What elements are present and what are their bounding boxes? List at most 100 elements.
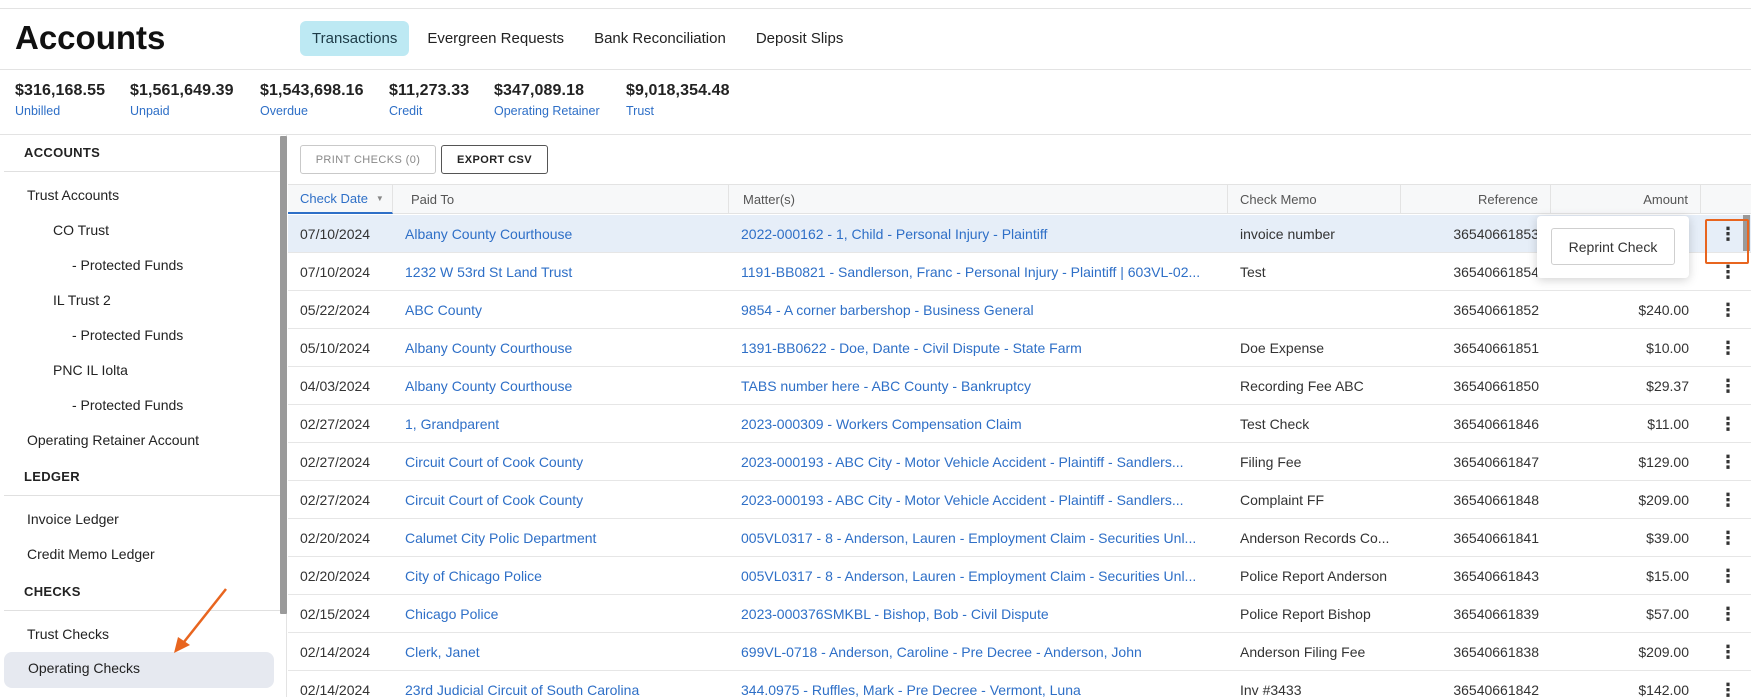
sidebar-item-protected-funds[interactable]: - Protected Funds xyxy=(72,327,183,343)
page-title: Accounts xyxy=(15,19,166,56)
reference-cell: 36540661841 xyxy=(1453,530,1539,546)
matter-link[interactable]: 699VL-0718 - Anderson, Caroline - Pre De… xyxy=(741,644,1221,660)
column-header-reference[interactable]: Reference xyxy=(1401,184,1551,214)
more-vertical-icon[interactable]: ⋮ xyxy=(1715,297,1741,323)
sidebar-item-il-trust-2[interactable]: IL Trust 2 xyxy=(53,292,111,308)
paid-to-link[interactable]: Clerk, Janet xyxy=(405,644,715,660)
more-vertical-icon[interactable]: ⋮ xyxy=(1715,449,1741,475)
matter-link[interactable]: 2023-000376SMKBL - Bishop, Bob - Civil D… xyxy=(741,606,1221,622)
column-header-amount[interactable]: Amount xyxy=(1551,184,1701,214)
summary-label[interactable]: Operating Retainer xyxy=(494,104,600,118)
check-memo-cell: invoice number xyxy=(1240,226,1335,242)
summary-label[interactable]: Trust xyxy=(626,104,730,118)
table-row[interactable]: 02/20/2024 Calumet City Polic Department 0… xyxy=(288,519,1751,557)
reference-cell: 36540661851 xyxy=(1453,340,1539,356)
reference-cell: 36540661838 xyxy=(1453,644,1539,660)
table-row[interactable]: 02/20/2024 City of Chicago Police 005VL031… xyxy=(288,557,1751,595)
table-row[interactable]: 02/27/2024 Circuit Court of Cook County 20… xyxy=(288,481,1751,519)
summary-amount: $1,561,649.39 xyxy=(130,82,234,99)
paid-to-link[interactable]: 23rd Judicial Circuit of South Carolina xyxy=(405,682,715,697)
summary-label[interactable]: Overdue xyxy=(260,104,364,118)
more-vertical-icon[interactable]: ⋮ xyxy=(1715,487,1741,513)
column-header-check-date[interactable]: Check Date ▼ xyxy=(288,184,393,214)
tab-evergreen-requests[interactable]: Evergreen Requests xyxy=(415,21,576,56)
more-vertical-icon[interactable]: ⋮ xyxy=(1715,563,1741,589)
check-memo-cell: Anderson Filing Fee xyxy=(1240,644,1366,660)
table-row[interactable]: 02/14/2024 23rd Judicial Circuit of South… xyxy=(288,671,1751,697)
amount-cell: $15.00 xyxy=(1646,568,1689,584)
summary-amount: $316,168.55 xyxy=(15,82,106,99)
annotation-arrow-icon xyxy=(174,588,227,653)
table-row[interactable]: 04/03/2024 Albany County Courthouse TABS n… xyxy=(288,367,1751,405)
sidebar-item-co-trust[interactable]: CO Trust xyxy=(53,222,109,238)
paid-to-link[interactable]: Albany County Courthouse xyxy=(405,226,715,242)
paid-to-link[interactable]: Chicago Police xyxy=(405,606,715,622)
matter-link[interactable]: 2023-000193 - ABC City - Motor Vehicle A… xyxy=(741,454,1221,470)
matter-link[interactable]: 2023-000193 - ABC City - Motor Vehicle A… xyxy=(741,492,1221,508)
column-header-paid-to[interactable]: Paid To xyxy=(393,184,729,214)
paid-to-link[interactable]: 1, Grandparent xyxy=(405,416,715,432)
print-checks-button[interactable]: PRINT CHECKS (0) xyxy=(300,145,436,174)
amount-cell: $39.00 xyxy=(1646,530,1689,546)
paid-to-link[interactable]: City of Chicago Police xyxy=(405,568,715,584)
column-header-matters[interactable]: Matter(s) xyxy=(729,184,1228,214)
amount-cell: $129.00 xyxy=(1638,454,1689,470)
sidebar-item-credit-memo-ledger[interactable]: Credit Memo Ledger xyxy=(27,546,155,562)
check-memo-cell: Complaint FF xyxy=(1240,492,1325,508)
matter-link[interactable]: 9854 - A corner barbershop - Business Ge… xyxy=(741,302,1221,318)
check-memo-cell: Test xyxy=(1240,264,1266,280)
table-row[interactable]: 07/10/2024 Albany County Courthouse 2022-0… xyxy=(288,215,1751,253)
paid-to-link[interactable]: Circuit Court of Cook County xyxy=(405,492,715,508)
paid-to-link[interactable]: Albany County Courthouse xyxy=(405,340,715,356)
more-vertical-icon[interactable]: ⋮ xyxy=(1715,677,1741,697)
table-row[interactable]: 02/27/2024 Circuit Court of Cook County 20… xyxy=(288,443,1751,481)
more-vertical-icon[interactable]: ⋮ xyxy=(1715,639,1741,665)
more-vertical-icon[interactable]: ⋮ xyxy=(1715,601,1741,627)
tab-transactions[interactable]: Transactions xyxy=(300,21,410,56)
summary-label[interactable]: Credit xyxy=(389,104,469,118)
sidebar-item-trust-checks[interactable]: Trust Checks xyxy=(27,626,109,642)
summary-label[interactable]: Unpaid xyxy=(130,104,234,118)
summary-label[interactable]: Unbilled xyxy=(15,104,105,118)
sidebar-item-operating-checks[interactable]: Operating Checks xyxy=(4,652,274,688)
check-date-cell: 02/27/2024 xyxy=(300,454,371,470)
more-vertical-icon[interactable]: ⋮ xyxy=(1715,335,1741,361)
sidebar-item-pnc-il-iolta[interactable]: PNC IL Iolta xyxy=(53,362,128,378)
table-row[interactable]: 05/10/2024 Albany County Courthouse 1391-B… xyxy=(288,329,1751,367)
matter-link[interactable]: 005VL0317 - 8 - Anderson, Lauren - Emplo… xyxy=(741,568,1221,584)
sidebar-scrollbar[interactable] xyxy=(280,136,287,614)
matter-link[interactable]: 2023-000309 - Workers Compensation Claim xyxy=(741,416,1221,432)
matter-link[interactable]: TABS number here - ABC County - Bankrupt… xyxy=(741,378,1221,394)
check-memo-cell: Doe Expense xyxy=(1240,340,1325,356)
matter-link[interactable]: 2022-000162 - 1, Child - Personal Injury… xyxy=(741,226,1221,242)
sidebar-item-invoice-ledger[interactable]: Invoice Ledger xyxy=(27,511,119,527)
table-row[interactable]: 02/27/2024 1, Grandparent 2023-000309 - Wo… xyxy=(288,405,1751,443)
paid-to-link[interactable]: Circuit Court of Cook County xyxy=(405,454,715,470)
matter-link[interactable]: 344.0975 - Ruffles, Mark - Pre Decree - … xyxy=(741,682,1221,697)
paid-to-link[interactable]: Albany County Courthouse xyxy=(405,378,715,394)
summary-credit: $11,273.33 Credit xyxy=(389,82,469,118)
reprint-check-button[interactable]: Reprint Check xyxy=(1551,228,1675,265)
more-vertical-icon[interactable]: ⋮ xyxy=(1715,411,1741,437)
more-vertical-icon[interactable]: ⋮ xyxy=(1715,525,1741,551)
table-row[interactable]: 02/15/2024 Chicago Police 2023-000376SMKBL… xyxy=(288,595,1751,633)
table-row[interactable]: 07/10/2024 1232 W 53rd St Land Trust 1191-… xyxy=(288,253,1751,291)
matter-link[interactable]: 005VL0317 - 8 - Anderson, Lauren - Emplo… xyxy=(741,530,1221,546)
matter-link[interactable]: 1191-BB0821 - Sandlerson, Franc - Person… xyxy=(741,264,1221,280)
export-csv-button[interactable]: EXPORT CSV xyxy=(441,145,548,174)
check-date-cell: 02/14/2024 xyxy=(300,644,371,660)
sidebar-item-operating-retainer-account[interactable]: Operating Retainer Account xyxy=(27,432,199,448)
sidebar-item-protected-funds[interactable]: - Protected Funds xyxy=(72,397,183,413)
sidebar-item-protected-funds[interactable]: - Protected Funds xyxy=(72,257,183,273)
column-header-check-memo[interactable]: Check Memo xyxy=(1228,184,1401,214)
tab-deposit-slips[interactable]: Deposit Slips xyxy=(744,21,856,56)
sidebar-item-trust-accounts[interactable]: Trust Accounts xyxy=(27,187,119,203)
paid-to-link[interactable]: Calumet City Polic Department xyxy=(405,530,715,546)
paid-to-link[interactable]: 1232 W 53rd St Land Trust xyxy=(405,264,715,280)
table-row[interactable]: 02/14/2024 Clerk, Janet 699VL-0718 - Ander… xyxy=(288,633,1751,671)
matter-link[interactable]: 1391-BB0622 - Doe, Dante - Civil Dispute… xyxy=(741,340,1221,356)
table-row[interactable]: 05/22/2024 ABC County 9854 - A corner barb… xyxy=(288,291,1751,329)
tab-bank-reconciliation[interactable]: Bank Reconciliation xyxy=(582,21,738,56)
more-vertical-icon[interactable]: ⋮ xyxy=(1715,373,1741,399)
paid-to-link[interactable]: ABC County xyxy=(405,302,715,318)
